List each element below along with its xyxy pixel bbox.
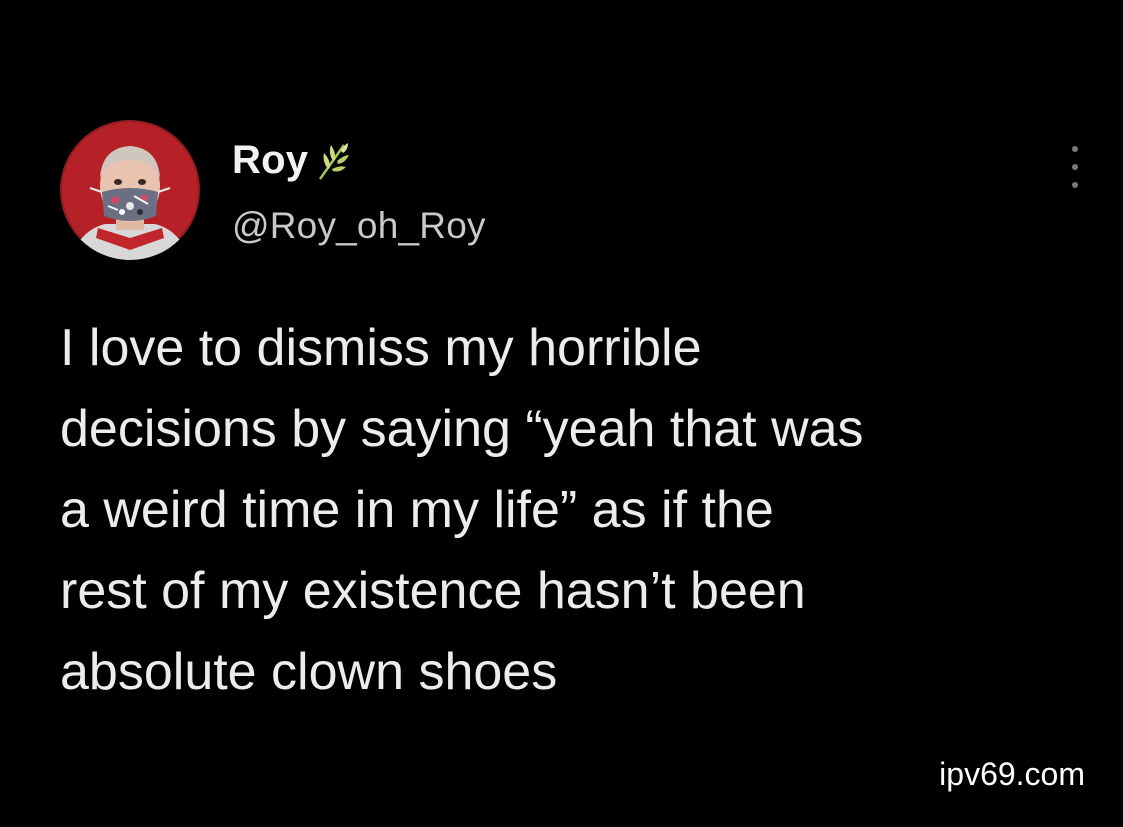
tweet-text-line: a weird time in my life” as if the bbox=[60, 481, 774, 539]
tweet-text-line: decisions by saying “yeah that was bbox=[60, 400, 864, 458]
tweet-text: I love to dismiss my horrible decisions … bbox=[60, 308, 1110, 713]
display-name[interactable]: Roy bbox=[232, 138, 308, 183]
wheat-emoji-icon bbox=[314, 139, 352, 181]
user-handle[interactable]: @Roy_oh_Roy bbox=[232, 205, 486, 247]
more-options-button[interactable] bbox=[1063, 146, 1087, 188]
avatar-image bbox=[60, 120, 200, 260]
watermark: ipv69.com bbox=[939, 756, 1085, 792]
more-options-icon bbox=[1072, 146, 1078, 152]
more-options-dot bbox=[1072, 182, 1078, 188]
tweet-text-line: rest of my existence hasn’t been bbox=[60, 562, 806, 620]
avatar[interactable] bbox=[60, 120, 200, 260]
tweet-text-line: I love to dismiss my horrible bbox=[60, 319, 702, 377]
more-options-dot bbox=[1072, 164, 1078, 170]
tweet-text-line: absolute clown shoes bbox=[60, 643, 558, 701]
user-name-row[interactable]: Roy bbox=[232, 136, 352, 184]
tweet-card: Roy @Roy_oh_Roy I love to dismiss my hor… bbox=[0, 0, 1123, 827]
